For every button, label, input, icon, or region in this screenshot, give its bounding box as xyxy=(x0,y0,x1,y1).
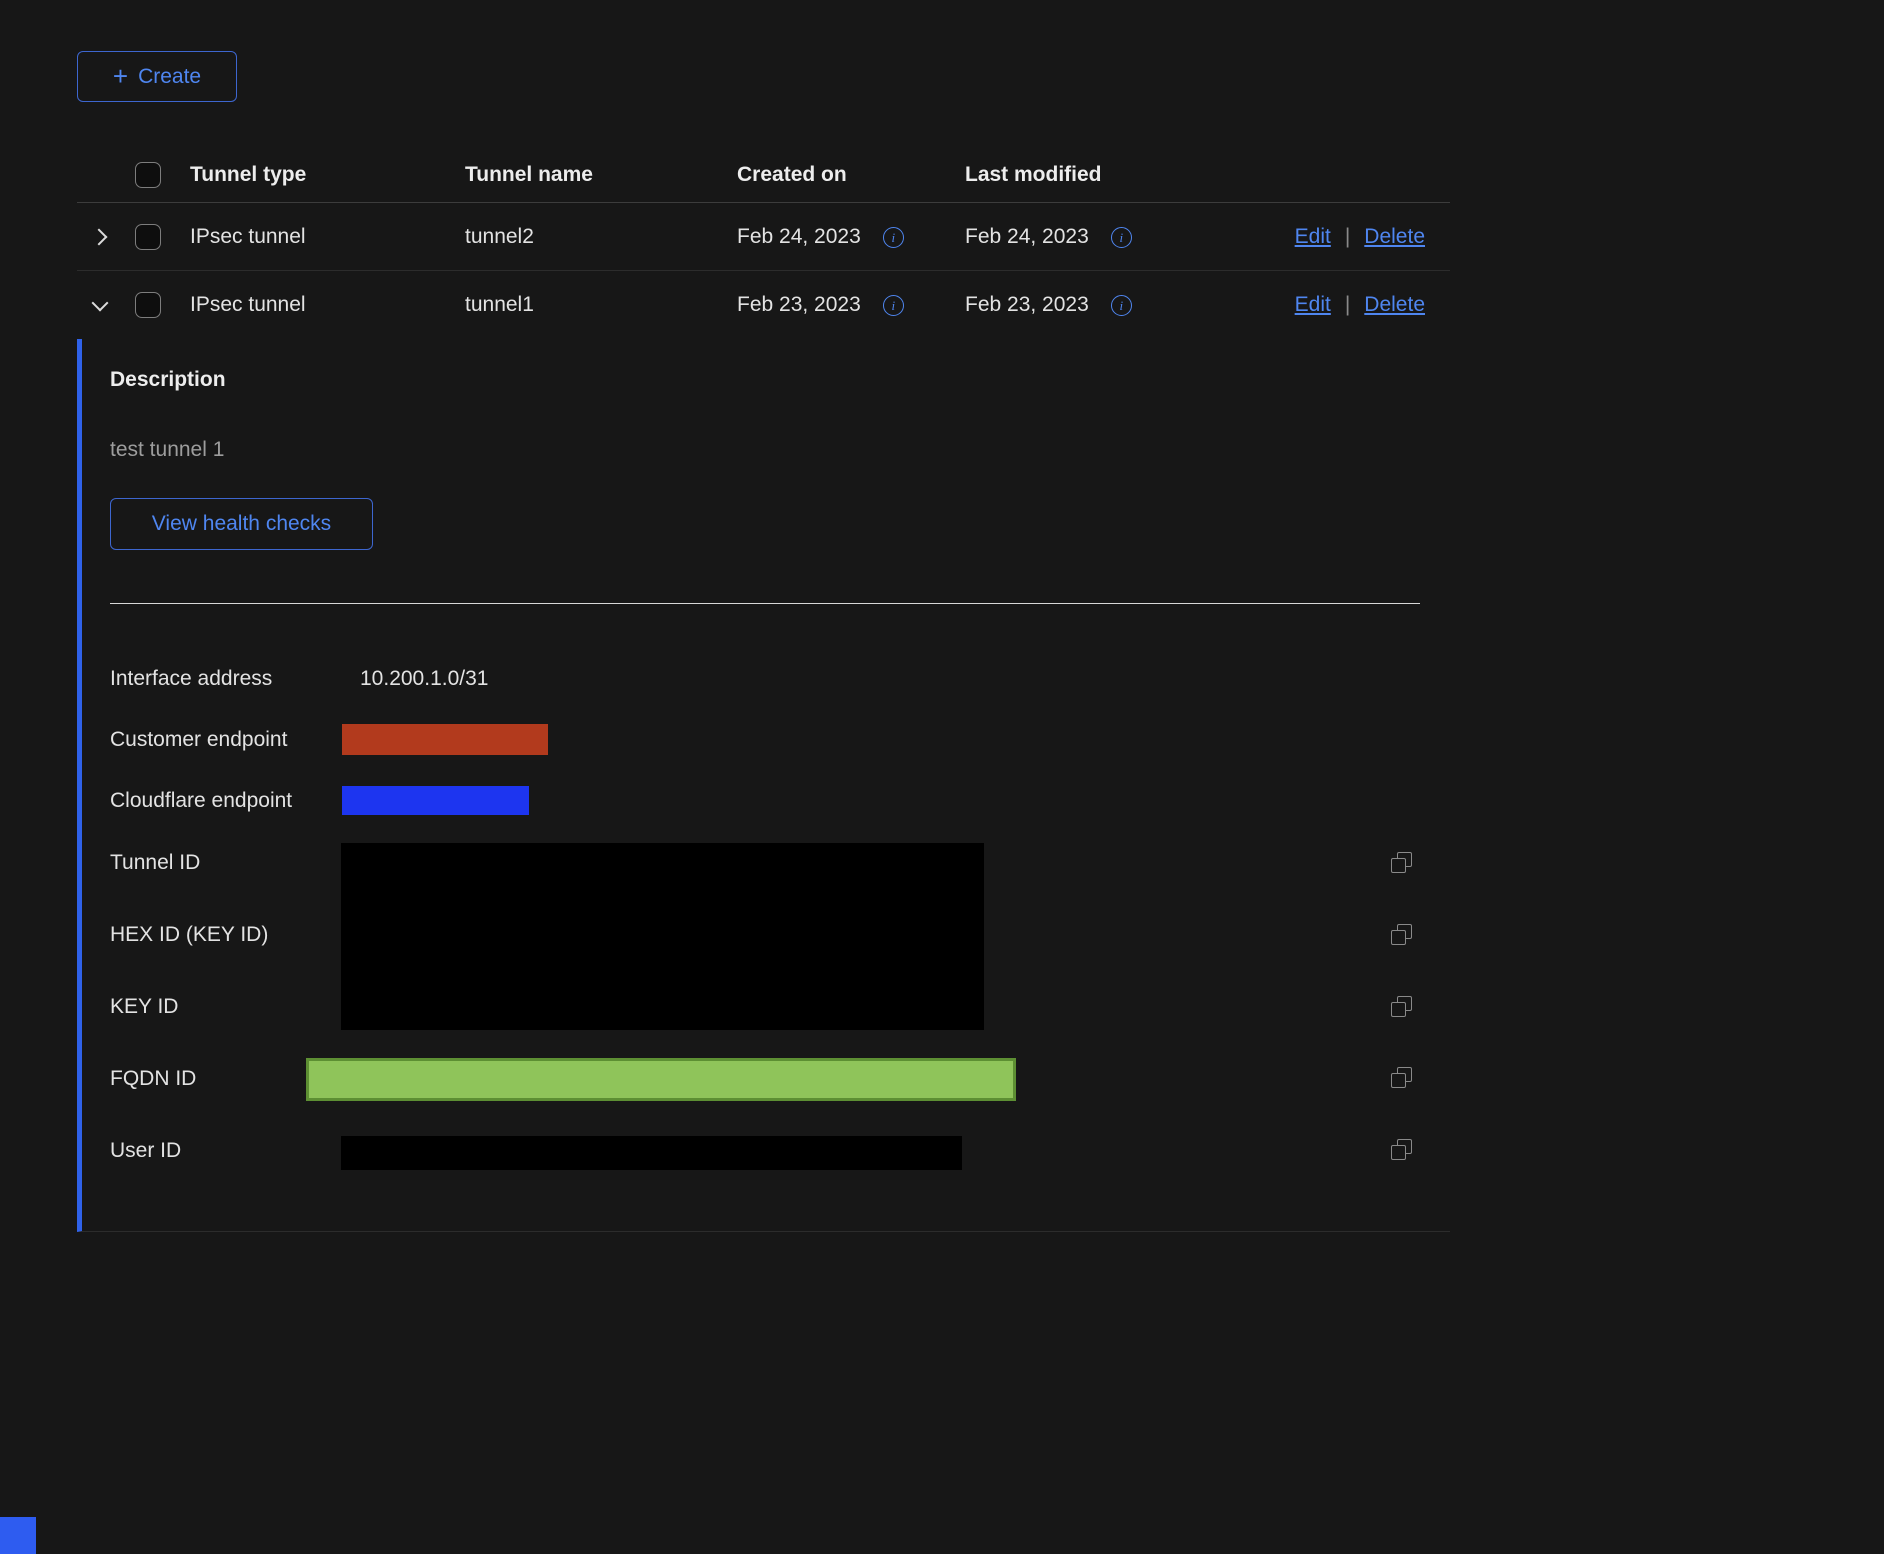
copy-user-id-icon[interactable] xyxy=(1390,1139,1416,1165)
table-header: Tunnel type Tunnel name Created on Last … xyxy=(77,147,1450,203)
created-on-value: Feb 23, 2023 xyxy=(737,293,861,316)
cell-tunnel-type: IPsec tunnel xyxy=(190,203,306,271)
view-health-checks-button[interactable]: View health checks xyxy=(110,498,373,550)
header-tunnel-name: Tunnel name xyxy=(465,147,593,203)
created-on-value: Feb 24, 2023 xyxy=(737,225,861,248)
description-value: test tunnel 1 xyxy=(110,436,224,464)
tunnel-id-label: Tunnel ID xyxy=(110,849,200,877)
cell-last-modified: Feb 23, 2023 i xyxy=(965,271,1132,339)
customer-endpoint-label: Customer endpoint xyxy=(110,726,287,754)
table-row: IPsec tunnel tunnel1 Feb 23, 2023 i Feb 2… xyxy=(77,271,1450,339)
user-id-redaction xyxy=(341,1136,962,1170)
cloudflare-endpoint-label: Cloudflare endpoint xyxy=(110,787,292,815)
cell-tunnel-name: tunnel2 xyxy=(465,203,534,271)
key-id-label: KEY ID xyxy=(110,993,178,1021)
header-created-on: Created on xyxy=(737,147,847,203)
chevron-right-icon[interactable] xyxy=(85,222,115,252)
edit-link[interactable]: Edit xyxy=(1295,225,1331,248)
created-on-info-icon[interactable]: i xyxy=(883,227,904,248)
chevron-down-icon[interactable] xyxy=(85,290,115,320)
customer-endpoint-redaction xyxy=(342,724,548,755)
header-last-modified: Last modified xyxy=(965,147,1102,203)
create-button[interactable]: + Create xyxy=(77,51,237,102)
create-button-label: Create xyxy=(138,65,201,89)
row-checkbox[interactable] xyxy=(135,292,161,318)
copy-tunnel-id-icon[interactable] xyxy=(1390,852,1416,878)
row-checkbox[interactable] xyxy=(135,224,161,250)
scroll-corner-accent xyxy=(0,1517,36,1554)
tunnel-details-panel: Description test tunnel 1 View health ch… xyxy=(77,339,1450,1232)
actions-separator: | xyxy=(1345,225,1350,248)
cell-created-on: Feb 23, 2023 i xyxy=(737,271,904,339)
copy-key-id-icon[interactable] xyxy=(1390,996,1416,1022)
last-modified-value: Feb 23, 2023 xyxy=(965,293,1089,316)
edit-link[interactable]: Edit xyxy=(1295,293,1331,316)
last-modified-value: Feb 24, 2023 xyxy=(965,225,1089,248)
fqdn-id-label: FQDN ID xyxy=(110,1065,196,1093)
delete-link[interactable]: Delete xyxy=(1364,293,1425,316)
created-on-info-icon[interactable]: i xyxy=(883,295,904,316)
copy-fqdn-id-icon[interactable] xyxy=(1390,1067,1416,1093)
hex-id-label: HEX ID (KEY ID) xyxy=(110,921,268,949)
plus-icon: + xyxy=(113,63,128,89)
last-modified-info-icon[interactable]: i xyxy=(1111,295,1132,316)
copy-hex-id-icon[interactable] xyxy=(1390,924,1416,950)
actions-separator: | xyxy=(1345,293,1350,316)
row-actions: Edit | Delete xyxy=(1295,271,1425,339)
cloudflare-endpoint-redaction xyxy=(342,786,529,815)
section-divider xyxy=(110,603,1420,604)
cell-tunnel-name: tunnel1 xyxy=(465,271,534,339)
row-actions: Edit | Delete xyxy=(1295,203,1425,271)
user-id-label: User ID xyxy=(110,1137,181,1165)
interface-address-value: 10.200.1.0/31 xyxy=(360,665,488,693)
fqdn-id-redaction xyxy=(306,1058,1016,1101)
header-tunnel-type: Tunnel type xyxy=(190,147,306,203)
table-row: IPsec tunnel tunnel2 Feb 24, 2023 i Feb 2… xyxy=(77,203,1450,271)
interface-address-label: Interface address xyxy=(110,665,272,693)
cell-tunnel-type: IPsec tunnel xyxy=(190,271,306,339)
delete-link[interactable]: Delete xyxy=(1364,225,1425,248)
cell-last-modified: Feb 24, 2023 i xyxy=(965,203,1132,271)
cell-created-on: Feb 24, 2023 i xyxy=(737,203,904,271)
description-label: Description xyxy=(110,366,226,394)
last-modified-info-icon[interactable]: i xyxy=(1111,227,1132,248)
select-all-checkbox[interactable] xyxy=(135,162,161,188)
ids-redaction-block xyxy=(341,843,984,1030)
